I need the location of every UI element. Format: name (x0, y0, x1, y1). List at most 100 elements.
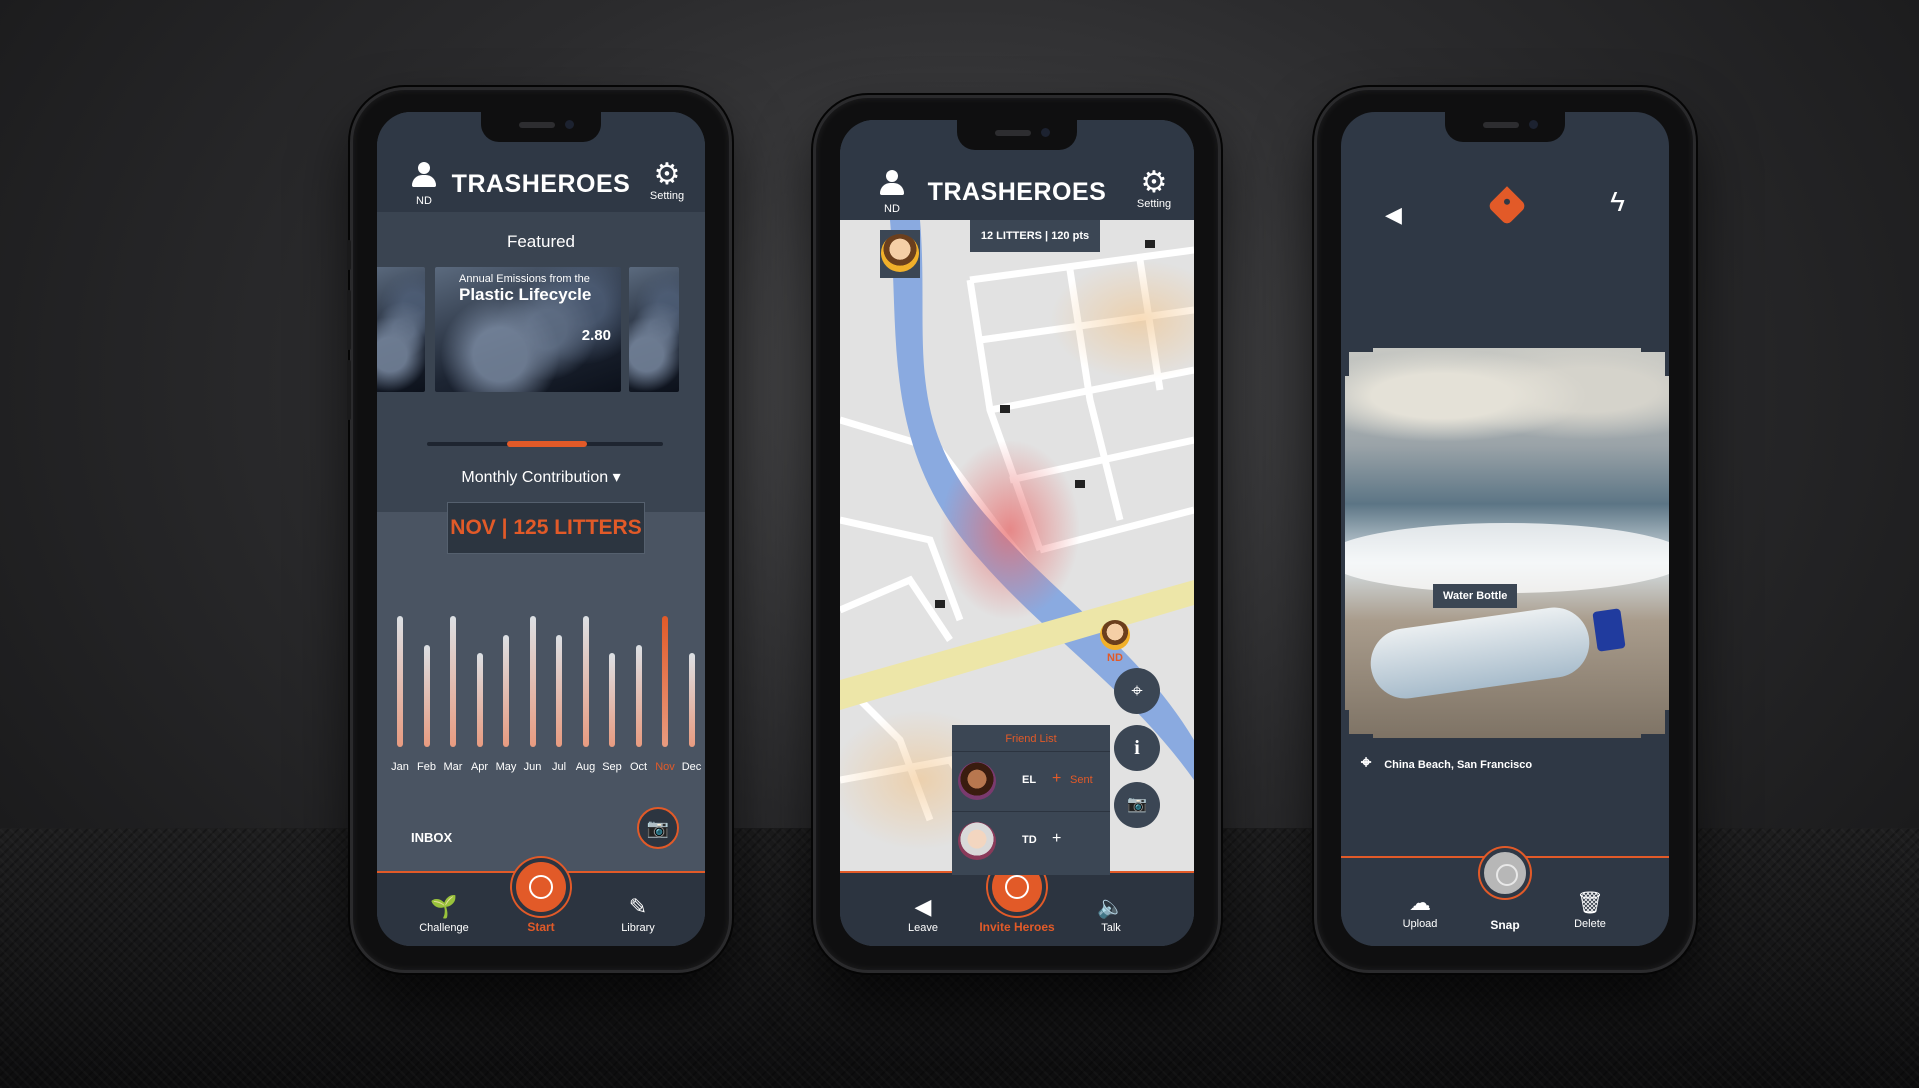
phone-dashboard: ND TRASHEROES ⚙ Setting Featured Annual … (347, 90, 729, 970)
settings-button[interactable]: ⚙ Setting (645, 158, 689, 203)
side-button (347, 290, 351, 350)
friend-name: TD (1022, 834, 1037, 846)
info-button[interactable]: i (1114, 725, 1160, 771)
bar-apr[interactable] (476, 653, 483, 747)
flash-icon[interactable]: ϟ (1610, 186, 1625, 218)
friend-list-title: Friend List (1005, 733, 1057, 745)
tag-icon[interactable] (1487, 186, 1527, 226)
card-heading: Plastic Lifecycle (459, 285, 592, 304)
photo-wave (1345, 523, 1669, 593)
settings-button[interactable]: ⚙ Setting (1132, 166, 1176, 211)
side-button (347, 360, 351, 420)
nav-talk[interactable]: 🔈 Talk (1076, 894, 1146, 934)
nav-label: Talk (1101, 922, 1121, 934)
nav-label: Delete (1574, 918, 1606, 930)
bar-oct[interactable] (635, 645, 642, 747)
back-arrow-icon: ◀ (1385, 202, 1402, 227)
pager-indicator (507, 441, 587, 447)
notch (1445, 112, 1565, 142)
gear-icon: ⚙ (653, 158, 681, 191)
my-avatar-button[interactable] (880, 230, 920, 278)
frame-corner (1641, 710, 1669, 738)
camera-icon: 📷 (1127, 796, 1147, 813)
plant-icon: 🌱 (430, 894, 458, 919)
frame-corner (1641, 348, 1669, 376)
month-label: Feb (417, 761, 436, 773)
location-pin-icon: ⌖ (1131, 680, 1143, 702)
bar-dec[interactable] (688, 653, 695, 747)
photo-sky (1345, 348, 1669, 468)
avatar (1100, 620, 1130, 650)
inbox-link[interactable]: INBOX (411, 830, 452, 845)
friend-list-popup: Friend List EL + Sent TD + (952, 725, 1110, 875)
frame-corner (1345, 710, 1373, 738)
phone-map: ND TRASHEROES ⚙ Setting 12 LITTERS | 120… (816, 98, 1218, 970)
monthly-bar-chart: Jan Feb Mar Apr May Jun Jul Aug Sep Oct Nov Dec (387, 577, 705, 777)
nav-library[interactable]: ✎ Library (603, 894, 673, 934)
location-pin-icon: ⌖ (1361, 752, 1372, 772)
camera-button[interactable]: 📷 (1114, 782, 1160, 828)
trash-icon: 🗑 (1576, 890, 1604, 915)
location-text: China Beach, San Francisco (1384, 759, 1533, 771)
arrow-left-icon: ◀ (914, 894, 932, 919)
bottom-nav: ☁ Upload Snap 🗑 Delete (1341, 848, 1669, 946)
photo-bottle-cap (1592, 608, 1626, 652)
bar-sep[interactable] (609, 653, 615, 747)
stats-pill: 12 LITTERS | 120 pts (970, 220, 1100, 252)
nav-delete[interactable]: 🗑 Delete (1555, 890, 1625, 930)
photo-bottle (1366, 603, 1594, 703)
screen: ◀ ϟ Water Bottle ⌖ China Beach, San Fran… (1341, 112, 1669, 946)
gear-icon: ⚙ (1140, 166, 1168, 199)
add-friend-button[interactable]: + (1052, 770, 1061, 788)
carousel-pager (427, 441, 663, 447)
screen: ND TRASHEROES ⚙ Setting Featured Annual … (377, 112, 705, 946)
card-stat: 2.80 (581, 327, 611, 344)
month-label: Dec (681, 761, 702, 773)
book-icon: ✎ (628, 894, 648, 919)
location-button[interactable]: ⌖ (1114, 668, 1160, 714)
carousel-card-prev[interactable] (377, 267, 425, 392)
notch (957, 120, 1077, 150)
carousel-card-next[interactable] (629, 267, 679, 392)
detected-item-tag[interactable]: Water Bottle (1433, 584, 1518, 608)
monthly-highlight: NOV | 125 LITTERS (447, 502, 645, 554)
bar-feb[interactable] (423, 645, 430, 747)
photo-location: ⌖ China Beach, San Francisco (1361, 752, 1532, 773)
friend-name: EL (1022, 774, 1037, 786)
add-friend-button[interactable]: + (1052, 830, 1061, 848)
bottom-nav: ◀ Leave Invite Heroes 🔈 Talk (840, 858, 1194, 946)
month-label: Mar (443, 761, 463, 773)
month-label: May (495, 761, 517, 773)
featured-carousel[interactable]: Annual Emissions from the Plastic Lifecy… (377, 267, 705, 392)
month-label: Oct (629, 761, 648, 773)
bar-jan[interactable] (397, 616, 403, 747)
captured-photo: Water Bottle (1345, 348, 1669, 738)
bar-jul[interactable] (556, 635, 562, 747)
back-button[interactable]: ◀ (1385, 202, 1402, 228)
info-icon: i (1134, 737, 1140, 759)
pin-label: ND (1107, 652, 1123, 664)
start-button[interactable] (512, 858, 570, 916)
bar-nov[interactable] (662, 616, 668, 747)
camera-icon: 📷 (646, 818, 670, 838)
bottom-nav: 🌱 Challenge Start ✎ Library (377, 858, 705, 946)
screen: ND TRASHEROES ⚙ Setting 12 LITTERS | 120… (840, 120, 1194, 946)
settings-label: Setting (649, 190, 685, 202)
bar-mar[interactable] (450, 616, 456, 747)
friend-row: EL + Sent (952, 751, 1110, 811)
avatar (958, 822, 996, 860)
user-map-pin[interactable]: ND (1100, 620, 1130, 664)
camera-button[interactable]: 📷 (637, 807, 679, 849)
monthly-dropdown[interactable]: Monthly Contribution ▾ (377, 467, 705, 487)
friend-row: TD + (952, 811, 1110, 871)
bar-may[interactable] (503, 635, 509, 747)
bar-aug[interactable] (582, 616, 589, 747)
phone-camera: ◀ ϟ Water Bottle ⌖ China Beach, San Fran… (1317, 90, 1693, 970)
card-subtitle: Annual Emissions from the (459, 273, 590, 285)
featured-heading: Featured (506, 232, 576, 251)
notch (481, 112, 601, 142)
snap-button[interactable] (1480, 848, 1530, 898)
bar-jun[interactable] (529, 616, 536, 747)
avatar (958, 762, 996, 800)
carousel-card-active[interactable]: Annual Emissions from the Plastic Lifecy… (435, 267, 621, 392)
